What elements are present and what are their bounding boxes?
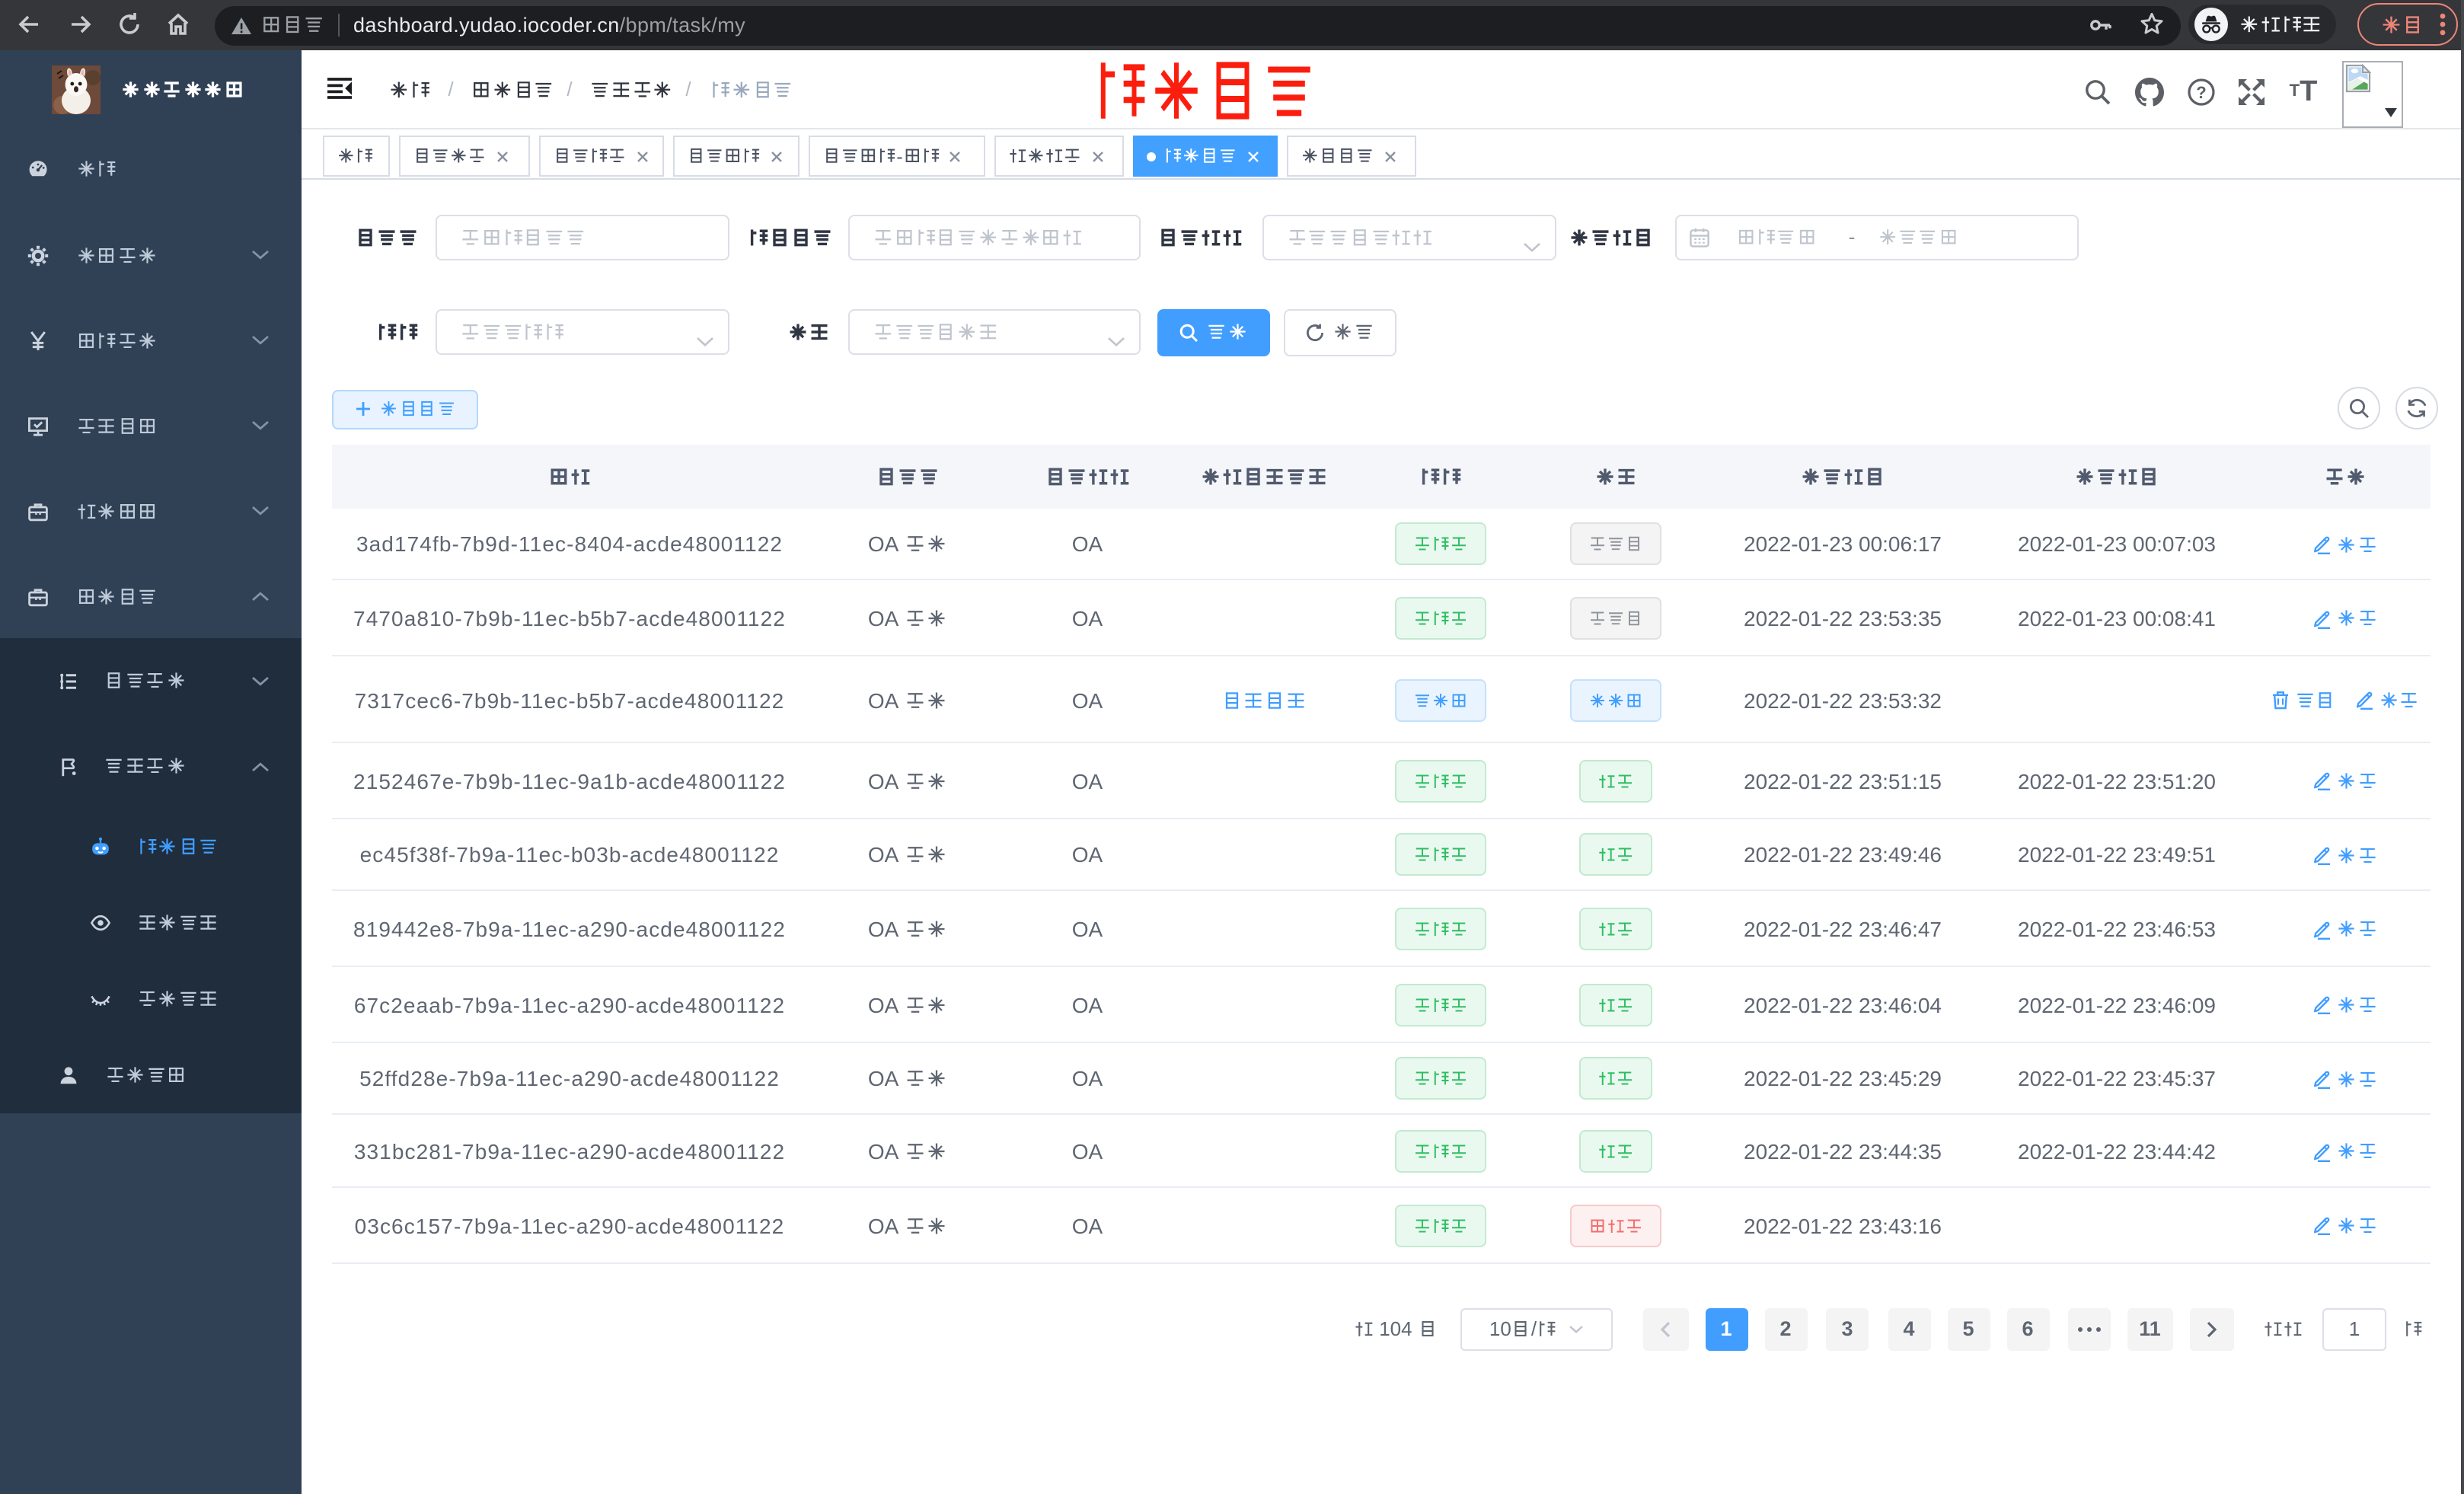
svg-text:?: ? (2196, 83, 2206, 102)
